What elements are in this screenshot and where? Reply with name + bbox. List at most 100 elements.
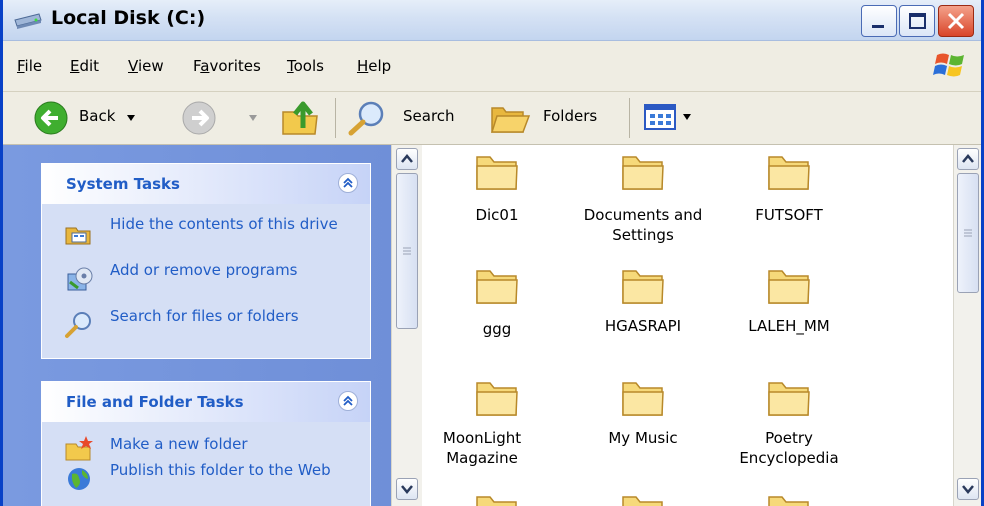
arrow-up-icon	[962, 154, 974, 163]
folder-item[interactable]: Documents and Settings	[568, 145, 718, 265]
menu-view[interactable]: View	[128, 57, 164, 75]
window-title: Local Disk (C:)	[51, 7, 206, 29]
folder-name: MoonLight Magazine	[442, 429, 522, 467]
search-label: Search	[403, 107, 455, 125]
search-button[interactable]: Search	[347, 96, 471, 138]
task-make-new-folder[interactable]: Make a new folder	[64, 432, 364, 461]
folders-label: Folders	[543, 107, 598, 125]
task-label: Add or remove programs	[110, 261, 298, 279]
folder-name: Poetry Encyclopedia	[739, 429, 839, 467]
maximize-icon	[909, 13, 926, 29]
grip-icon	[403, 247, 411, 255]
scroll-down-button[interactable]	[396, 478, 418, 500]
scroll-up-button[interactable]	[396, 148, 418, 170]
file-folder-tasks-header[interactable]: File and Folder Tasks	[42, 382, 370, 422]
back-arrow-icon	[34, 101, 68, 135]
folder-name: FUTSOFT	[755, 206, 823, 224]
forward-button[interactable]	[181, 96, 271, 138]
arrow-up-icon	[401, 154, 413, 163]
task-search-files[interactable]: Search for files or folders	[64, 308, 364, 348]
collapse-chevron-icon[interactable]	[338, 173, 358, 193]
folder-icon	[622, 270, 664, 304]
task-label: Publish this folder to the Web	[110, 461, 331, 479]
menu-edit[interactable]: Edit	[70, 57, 99, 75]
folder-item[interactable]: MoonLight Magazine	[422, 373, 572, 483]
folder-icon	[622, 156, 664, 190]
task-pane-scrollbar[interactable]	[391, 145, 422, 506]
search-icon	[65, 312, 91, 338]
close-icon	[947, 12, 965, 30]
folder-item[interactable]: My Music	[568, 373, 718, 483]
folder-name: HGASRAPI	[604, 317, 682, 335]
folder-view: Dic01 Documents and Settings FUTSOFT ggg…	[422, 145, 953, 506]
folder-item[interactable]: Dic01	[422, 145, 572, 265]
scroll-thumb[interactable]	[396, 173, 418, 329]
arrow-down-icon	[962, 485, 974, 494]
folder-icon	[622, 496, 663, 506]
system-tasks-box: System Tasks Hide the contents of this d…	[41, 163, 371, 359]
folder-name: My Music	[608, 429, 678, 447]
folder-view-scrollbar[interactable]	[953, 145, 981, 506]
file-folder-tasks-box: File and Folder Tasks Make a new folder	[41, 381, 371, 506]
arrow-down-icon	[401, 485, 413, 494]
folder-icon	[476, 156, 518, 190]
web-publish-icon	[68, 468, 90, 490]
folder-name: ggg	[482, 320, 512, 338]
folder-icon	[768, 496, 809, 506]
toolbar-separator	[629, 98, 630, 138]
task-publish-web[interactable]: Publish this folder to the Web	[64, 462, 364, 502]
back-label: Back	[79, 107, 116, 125]
minimize-button[interactable]	[861, 5, 897, 37]
menu-tools[interactable]: Tools	[287, 57, 324, 75]
drive-hide-icon	[65, 227, 91, 245]
explorer-window: Local Disk (C:) File Edit View Favorites…	[0, 0, 984, 506]
views-icon	[644, 104, 676, 130]
task-label: Hide the contents of this drive	[110, 215, 338, 233]
title-bar[interactable]: Local Disk (C:)	[3, 0, 981, 41]
folder-name: Documents and Settings	[583, 206, 703, 244]
folder-icon	[768, 270, 810, 304]
system-tasks-title: System Tasks	[66, 175, 180, 193]
views-button[interactable]	[643, 100, 713, 134]
scroll-up-button[interactable]	[957, 148, 979, 170]
folder-name: LALEH_MM	[748, 317, 830, 335]
folder-icon	[476, 382, 518, 416]
task-hide-drive[interactable]: Hide the contents of this drive	[64, 216, 364, 256]
menu-file[interactable]: File	[17, 57, 42, 75]
system-tasks-header[interactable]: System Tasks	[42, 164, 370, 204]
folder-icon	[768, 382, 810, 416]
scroll-down-button[interactable]	[957, 478, 979, 500]
toolbar-separator	[335, 98, 336, 138]
folder-up-icon[interactable]	[279, 98, 323, 138]
collapse-chevron-icon[interactable]	[338, 391, 358, 411]
folder-item[interactable]: ggg	[422, 261, 572, 371]
windows-logo-icon	[933, 53, 964, 77]
scroll-thumb[interactable]	[957, 173, 979, 293]
task-label: Search for files or folders	[110, 307, 299, 325]
task-pane: System Tasks Hide the contents of this d…	[3, 145, 391, 506]
grip-icon	[964, 229, 972, 237]
folders-button[interactable]: Folders	[489, 96, 617, 138]
task-label: Make a new folder	[110, 435, 248, 453]
folder-item[interactable]: FUTSOFT	[714, 145, 864, 265]
folder-item[interactable]: LALEH_MM	[714, 261, 864, 371]
views-dropdown-icon	[683, 114, 691, 120]
folder-item[interactable]: Poetry Encyclopedia	[714, 373, 864, 483]
folder-item[interactable]: HGASRAPI	[568, 261, 718, 371]
forward-dropdown-icon	[249, 115, 257, 121]
maximize-button[interactable]	[899, 5, 935, 37]
task-add-remove-programs[interactable]: Add or remove programs	[64, 262, 364, 302]
folder-icon	[768, 156, 810, 190]
minimize-icon	[872, 25, 884, 28]
back-dropdown-icon[interactable]	[125, 113, 137, 123]
local-disk-icon	[14, 13, 42, 29]
folder-icon	[622, 382, 664, 416]
folder-name: Dic01	[475, 206, 519, 224]
back-button[interactable]: Back	[33, 96, 163, 138]
folders-icon	[490, 107, 531, 133]
folder-icon	[476, 496, 517, 506]
close-button[interactable]	[938, 5, 974, 37]
new-folder-icon	[65, 436, 93, 461]
menu-favorites[interactable]: Favorites	[193, 57, 261, 75]
menu-help[interactable]: Help	[357, 57, 391, 75]
